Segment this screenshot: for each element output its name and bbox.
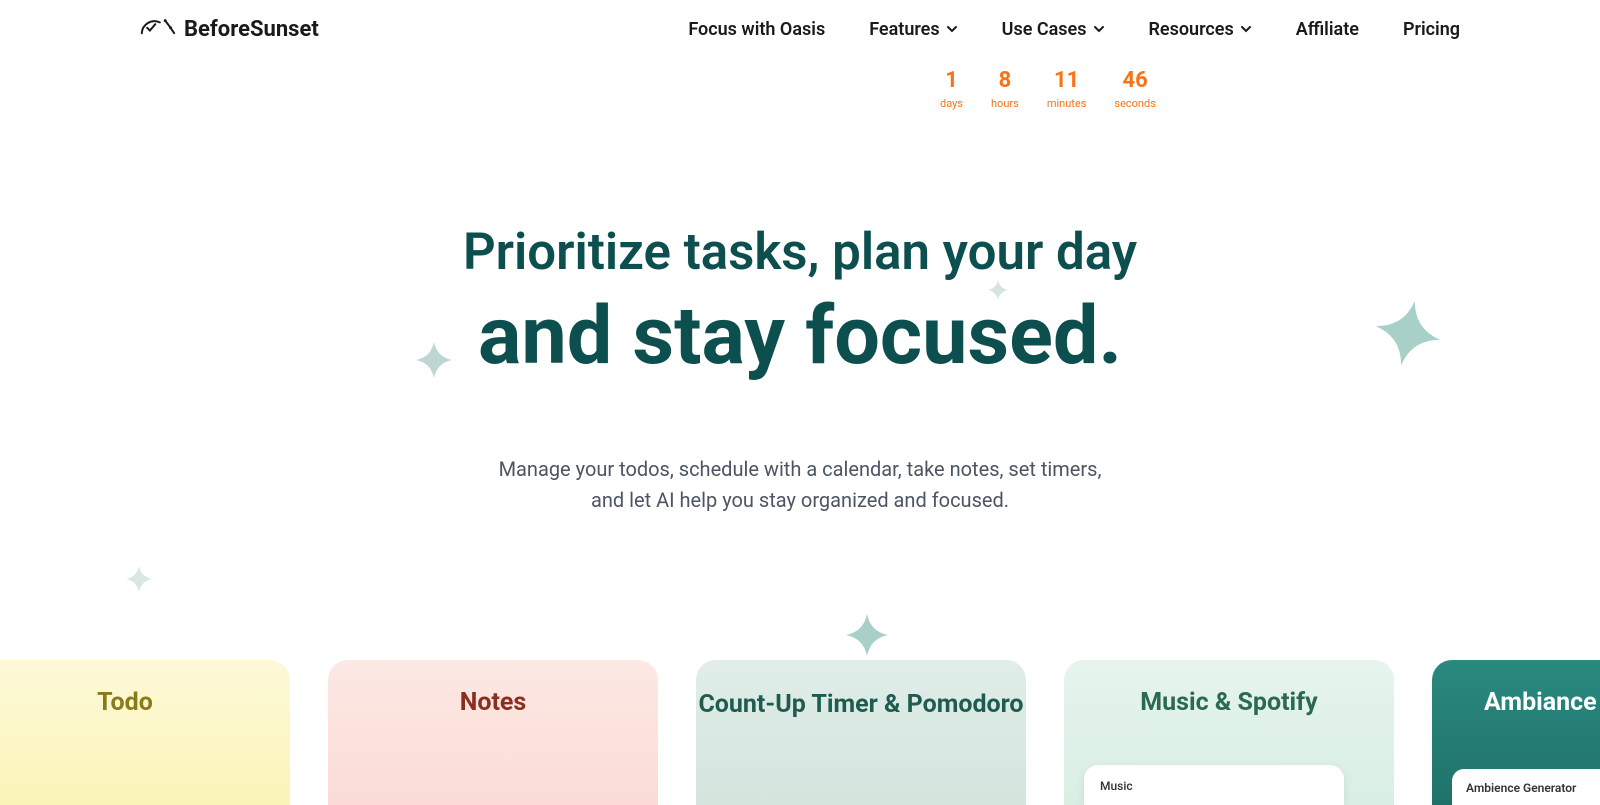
ambience-widget: Ambience Generator [1452, 769, 1600, 805]
nav-items: Focus with Oasis Features Use Cases Reso… [688, 19, 1460, 40]
card-ambiance[interactable]: Ambiance G Ambience Generator [1432, 660, 1600, 805]
countdown-minutes: 11 minutes [1047, 68, 1087, 110]
nav-resources[interactable]: Resources [1149, 19, 1252, 40]
nav-focus-oasis[interactable]: Focus with Oasis [688, 19, 825, 40]
navbar: BeforeSunset Focus with Oasis Features U… [0, 0, 1600, 44]
nav-label: Features [869, 19, 939, 40]
music-widget: Music [1084, 765, 1344, 805]
nav-label: Pricing [1403, 19, 1460, 40]
nav-pricing[interactable]: Pricing [1403, 19, 1460, 40]
countdown-seconds: 46 seconds [1114, 68, 1156, 110]
countdown-value: 11 [1054, 68, 1079, 93]
nav-use-cases[interactable]: Use Cases [1002, 19, 1105, 40]
countdown-days: 1 days [940, 68, 963, 110]
nav-affiliate[interactable]: Affiliate [1296, 19, 1359, 40]
logo-icon [140, 14, 176, 44]
sparkle-icon [1375, 300, 1441, 366]
hero-line1: Prioritize tasks, plan your day [463, 223, 1137, 282]
card-title: Notes [460, 688, 527, 717]
brand-name: BeforeSunset [184, 17, 319, 42]
nav-label: Resources [1149, 19, 1234, 40]
card-title: Count-Up Timer & Pomodoro [698, 690, 1023, 719]
chevron-down-icon [1240, 19, 1252, 40]
nav-label: Affiliate [1296, 19, 1359, 40]
nav-label: Use Cases [1002, 19, 1087, 40]
hero-heading: Prioritize tasks, plan your day and stay… [0, 224, 1600, 382]
card-todo[interactable]: Todo [0, 660, 290, 805]
card-notes[interactable]: Notes [328, 660, 658, 805]
card-title: Todo [97, 688, 153, 717]
chevron-down-icon [1093, 19, 1105, 40]
feature-cards: Todo Notes Count-Up Timer & Pomodoro Mus… [0, 660, 1600, 805]
sparkle-icon [846, 614, 888, 656]
sparkle-icon [126, 566, 152, 592]
countdown-label: hours [991, 97, 1019, 110]
hero-section: Prioritize tasks, plan your day and stay… [0, 224, 1600, 516]
countdown-value: 46 [1123, 68, 1148, 93]
card-title: Ambiance G [1484, 688, 1600, 717]
nav-features[interactable]: Features [869, 19, 957, 40]
chevron-down-icon [946, 19, 958, 40]
countdown-label: days [940, 97, 963, 110]
countdown-timer: 1 days 8 hours 11 minutes 46 seconds [940, 68, 1156, 110]
countdown-hours: 8 hours [991, 68, 1019, 110]
ambience-widget-label: Ambience Generator [1466, 781, 1576, 795]
music-widget-label: Music [1100, 779, 1133, 793]
sparkle-icon [416, 342, 452, 378]
hero-subtitle: Manage your todos, schedule with a calen… [480, 454, 1120, 516]
countdown-value: 1 [945, 68, 958, 93]
countdown-value: 8 [999, 68, 1012, 93]
brand-logo[interactable]: BeforeSunset [140, 14, 319, 44]
countdown-label: seconds [1114, 97, 1156, 110]
hero-line2: and stay focused. [0, 289, 1600, 382]
card-music[interactable]: Music & Spotify Music [1064, 660, 1394, 805]
card-title: Music & Spotify [1140, 688, 1317, 717]
countdown-label: minutes [1047, 97, 1087, 110]
sparkle-icon [988, 280, 1008, 300]
nav-label: Focus with Oasis [688, 19, 825, 40]
card-timer[interactable]: Count-Up Timer & Pomodoro [696, 660, 1026, 805]
